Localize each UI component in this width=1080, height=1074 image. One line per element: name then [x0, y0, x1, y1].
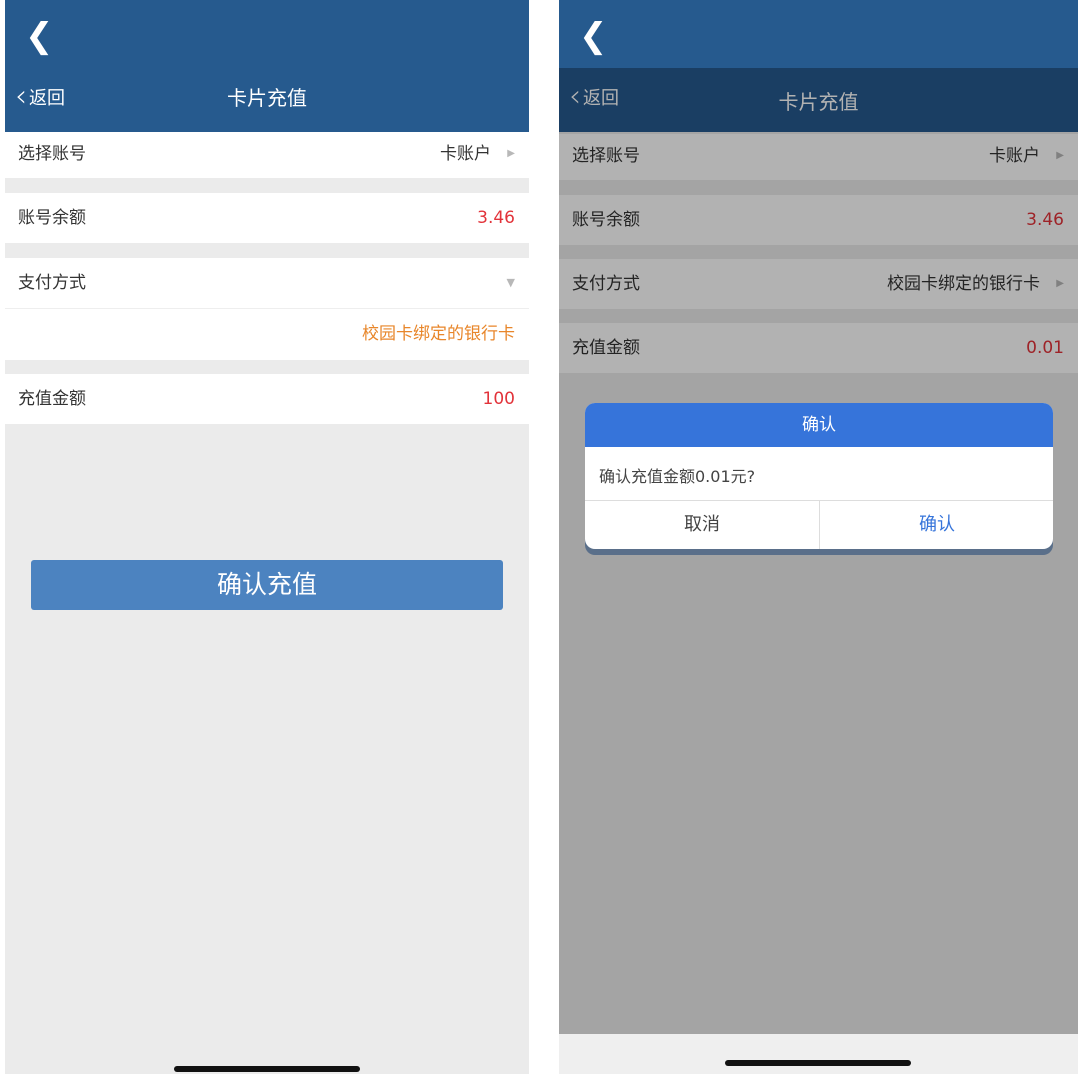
status-bar: ❮	[5, 0, 529, 68]
recharge-screen-left: ❮ ‹ 返回 卡片充值 选择账号 卡账户 ▶ 账号余额 3.46 支付方式 ▼ …	[5, 0, 529, 1074]
select-account-value: 卡账户	[440, 144, 491, 164]
home-indicator[interactable]	[725, 1060, 911, 1066]
amount-value[interactable]: 100	[483, 374, 515, 424]
dialog-message: 确认充值金额0.01元?	[599, 467, 756, 486]
system-back-icon[interactable]: ❮	[25, 16, 54, 56]
payment-method-selected[interactable]: 校园卡绑定的银行卡	[362, 309, 515, 359]
amount-label: 充值金额	[18, 389, 86, 409]
bottom-safe-area	[559, 1034, 1078, 1074]
home-indicator[interactable]	[174, 1066, 360, 1072]
status-bar: ❮	[559, 0, 1078, 68]
dialog-cancel-button[interactable]: 取消	[585, 501, 819, 549]
confirm-dialog: 确认 确认充值金额0.01元? 取消 确认	[585, 403, 1053, 549]
system-back-icon[interactable]: ❮	[579, 16, 608, 56]
confirm-recharge-button[interactable]: 确认充值	[31, 560, 503, 610]
page-title: 卡片充值	[227, 86, 307, 110]
dropdown-arrow-icon: ▼	[506, 276, 515, 289]
nav-bar: ‹ 返回 卡片充值	[5, 68, 529, 132]
dialog-title: 确认	[585, 403, 1053, 447]
modal-backdrop[interactable]	[559, 68, 1078, 1034]
payment-method-label: 支付方式	[18, 273, 86, 293]
balance-row: 账号余额 3.46	[5, 193, 529, 243]
balance-value: 3.46	[477, 208, 515, 228]
dialog-confirm-button[interactable]: 确认	[820, 501, 1053, 549]
balance-label: 账号余额	[18, 208, 86, 228]
right-arrow-icon: ▶	[507, 148, 515, 159]
payment-method-row[interactable]: 支付方式 ▼ 校园卡绑定的银行卡	[5, 258, 529, 360]
amount-row[interactable]: 充值金额 100	[5, 374, 529, 424]
select-account-row[interactable]: 选择账号 卡账户 ▶	[5, 132, 529, 178]
select-account-label: 选择账号	[18, 144, 86, 164]
recharge-screen-right: ❮ ‹ 返回 卡片充值 选择账号 卡账户 ▶ 账号余额 3.46 支付方式 校园…	[559, 0, 1078, 1074]
